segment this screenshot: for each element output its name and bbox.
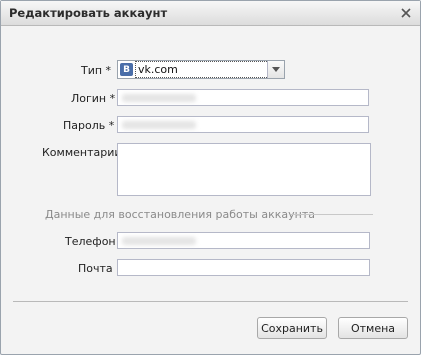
type-combobox-value[interactable]: vk.com [135, 61, 269, 78]
login-label: Логин * [71, 92, 116, 105]
password-label: Пароль * [63, 119, 115, 132]
cancel-button[interactable]: Отмена [338, 317, 408, 339]
comments-textarea[interactable] [117, 143, 371, 196]
email-label: Почта [78, 262, 113, 275]
edit-account-dialog: Редактировать аккаунт Тип * B vk.com Лог… [0, 0, 421, 355]
type-combobox[interactable]: B vk.com [117, 60, 285, 79]
vk-icon: B [120, 63, 133, 76]
comments-label: Комментарии [42, 146, 122, 159]
dialog-titlebar[interactable]: Редактировать аккаунт [1, 1, 420, 26]
footer-divider [13, 301, 408, 302]
password-field[interactable] [117, 116, 369, 133]
email-field[interactable] [117, 259, 370, 276]
phone-label: Телефон [65, 235, 116, 248]
close-icon[interactable] [398, 5, 413, 20]
phone-field[interactable] [117, 232, 370, 249]
login-field[interactable] [117, 89, 369, 106]
section-divider [291, 214, 373, 215]
recovery-section-label: Данные для восстановления работы аккаунт… [45, 208, 315, 221]
save-button[interactable]: Сохранить [257, 317, 327, 339]
dialog-title: Редактировать аккаунт [9, 6, 168, 20]
type-label: Тип * [81, 64, 112, 77]
chevron-down-icon[interactable] [267, 61, 284, 78]
